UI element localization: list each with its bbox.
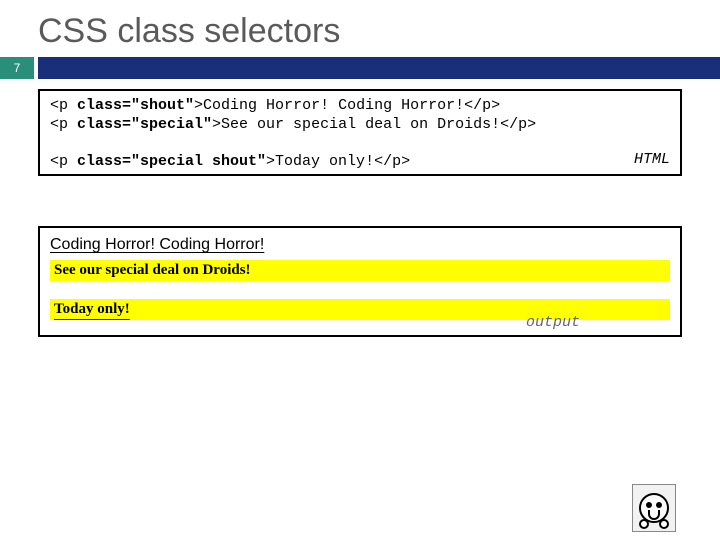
page-number-badge: 7 [0, 57, 34, 79]
header-bar: 7 [0, 57, 720, 79]
code-line-3: <p class="special shout">Today only!</p> [50, 153, 670, 172]
code-line-blank [50, 135, 670, 154]
output-block: Coding Horror! Coding Horror! See our sp… [38, 226, 682, 337]
code-line-1: <p class="shout">Coding Horror! Coding H… [50, 97, 670, 116]
coding-horror-icon [632, 484, 676, 532]
language-label: HTML [634, 151, 670, 170]
code-block: <p class="shout">Coding Horror! Coding H… [38, 89, 682, 176]
header-bar-fill [38, 57, 720, 79]
output-line-special: See our special deal on Droids! [50, 260, 670, 281]
code-line-2: <p class="special">See our special deal … [50, 116, 670, 135]
output-line-shout: Coding Horror! Coding Horror! [50, 236, 670, 254]
output-label: output [50, 314, 670, 331]
slide-title: CSS class selectors [0, 0, 720, 57]
